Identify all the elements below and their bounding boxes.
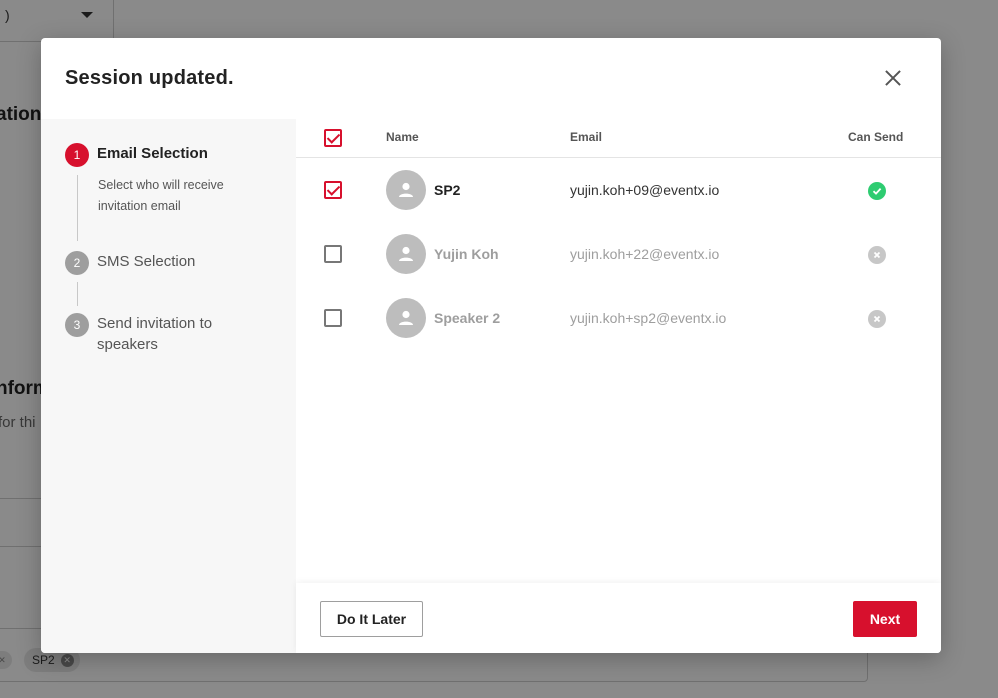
- avatar: [386, 298, 426, 338]
- row-checkbox[interactable]: [324, 309, 342, 327]
- check-circle-icon: [868, 182, 886, 200]
- person-icon: [399, 246, 413, 261]
- person-icon: [399, 182, 413, 197]
- column-header-can-send: Can Send: [848, 130, 904, 144]
- step-number: 3: [65, 313, 89, 337]
- invitation-modal: Session updated. 1 Email Selection Selec…: [41, 38, 941, 653]
- next-button[interactable]: Next: [853, 601, 917, 637]
- row-email: yujin.koh+09@eventx.io: [570, 182, 720, 198]
- cancel-circle-icon: [868, 310, 886, 328]
- step-label: Email Selection: [97, 145, 208, 162]
- cancel-circle-icon: [868, 246, 886, 264]
- modal-title: Session updated.: [65, 67, 234, 89]
- step-email-selection: 1 Email Selection: [65, 143, 208, 167]
- row-checkbox[interactable]: [324, 181, 342, 199]
- select-all-checkbox[interactable]: [324, 129, 342, 147]
- modal-footer: Do It Later Next: [296, 583, 941, 653]
- table-row: SP2 yujin.koh+09@eventx.io: [296, 158, 941, 222]
- row-email: yujin.koh+22@eventx.io: [570, 246, 720, 262]
- avatar: [386, 170, 426, 210]
- row-name: SP2: [434, 182, 461, 198]
- row-name: Yujin Koh: [434, 246, 499, 262]
- column-header-email: Email: [570, 130, 603, 144]
- row-email: yujin.koh+sp2@eventx.io: [570, 310, 727, 326]
- step-connector: [77, 282, 78, 306]
- stepper-sidebar: 1 Email Selection Select who will receiv…: [41, 119, 296, 653]
- step-number: 1: [65, 143, 89, 167]
- recipient-table: Name Email Can Send SP2 yujin.koh+09@eve…: [296, 119, 941, 583]
- row-checkbox[interactable]: [324, 245, 342, 263]
- avatar: [386, 234, 426, 274]
- table-row: Speaker 2 yujin.koh+sp2@eventx.io: [296, 286, 941, 350]
- step-connector: [77, 175, 78, 241]
- close-icon[interactable]: [880, 65, 906, 91]
- step-description: Select who will receive invitation email: [98, 178, 224, 213]
- step-label: SMS Selection: [97, 253, 196, 270]
- step-send-invitation: 3 Send invitation to speakers: [65, 313, 237, 355]
- table-header: Name Email Can Send: [296, 119, 941, 158]
- step-sms-selection: 2 SMS Selection: [65, 251, 195, 275]
- do-it-later-button[interactable]: Do It Later: [320, 601, 423, 637]
- column-header-name: Name: [386, 130, 419, 144]
- step-number: 2: [65, 251, 89, 275]
- person-icon: [399, 310, 413, 325]
- row-name: Speaker 2: [434, 310, 501, 326]
- step-label: Send invitation to speakers: [97, 315, 213, 353]
- table-row: Yujin Koh yujin.koh+22@eventx.io: [296, 222, 941, 286]
